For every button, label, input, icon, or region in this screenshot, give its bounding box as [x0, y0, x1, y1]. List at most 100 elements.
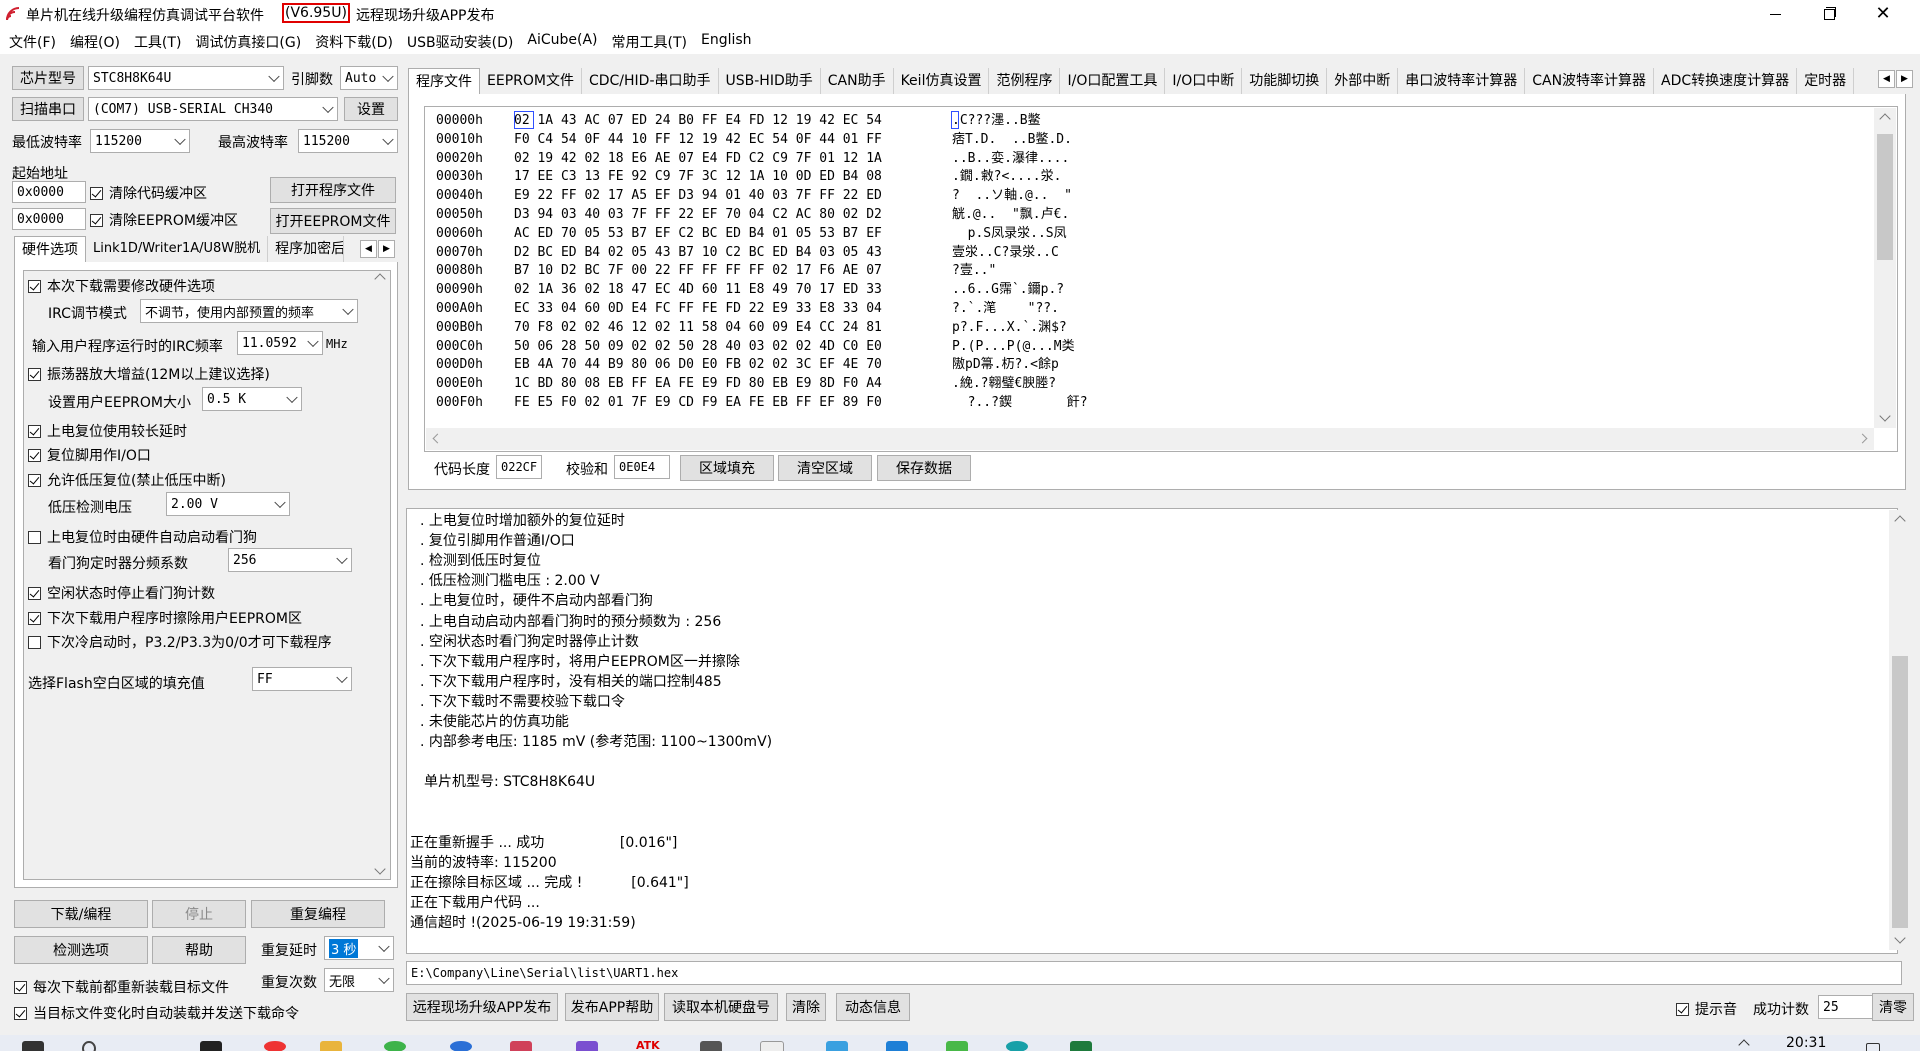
- menu-file[interactable]: 文件(F): [9, 32, 56, 54]
- clear-eeprom-checkbox[interactable]: 清除EEPROM缓冲区: [90, 210, 238, 230]
- hw-watchdog-checkbox[interactable]: 上电复位时由硬件自动启动看门狗: [28, 527, 257, 547]
- menu-download[interactable]: 资料下载(D): [315, 32, 393, 54]
- chrome-icon[interactable]: [264, 1041, 286, 1051]
- menu-debug[interactable]: 调试仿真接口(G): [195, 32, 301, 54]
- app-icon[interactable]: [450, 1041, 472, 1051]
- log-vertical-scrollbar[interactable]: [1889, 510, 1911, 950]
- publish-app-help-button[interactable]: 发布APP帮助: [565, 993, 659, 1021]
- tab-hardware-options[interactable]: 硬件选项: [14, 236, 86, 262]
- menu-tools[interactable]: 工具(T): [134, 32, 181, 54]
- reload-each-checkbox[interactable]: 每次下载前都重新装载目标文件: [14, 977, 229, 997]
- tab-pin-switch[interactable]: 功能脚切换: [1242, 68, 1328, 94]
- folder-icon[interactable]: [320, 1041, 342, 1051]
- tab-scroll-right[interactable]: ▶: [378, 240, 395, 258]
- tab-program-file[interactable]: 程序文件: [408, 68, 480, 94]
- tab-eeprom-file[interactable]: EEPROM文件: [480, 68, 582, 94]
- beep-checkbox[interactable]: 提示音: [1676, 999, 1737, 1019]
- erase-eeprom-checkbox[interactable]: 下次下载用户程序时擦除用户EEPROM区: [28, 608, 302, 628]
- green-app-icon[interactable]: [946, 1041, 968, 1051]
- irc-frequency-select[interactable]: 11.0592: [237, 331, 323, 355]
- close-icon[interactable]: ✕: [1860, 0, 1906, 28]
- notification-icon[interactable]: [1866, 1043, 1880, 1051]
- clear-log-button[interactable]: 清除: [786, 993, 826, 1021]
- menu-usb-driver[interactable]: USB驱动安装(D): [407, 32, 513, 54]
- tab-usb-hid[interactable]: USB-HID助手: [719, 68, 821, 94]
- tab-timer[interactable]: 定时器: [1797, 68, 1855, 94]
- menu-program[interactable]: 编程(O): [70, 32, 120, 54]
- tab-ext-interrupt[interactable]: 外部中断: [1327, 68, 1399, 94]
- search-icon[interactable]: [82, 1041, 96, 1051]
- remote-upgrade-button[interactable]: 远程现场升级APP发布: [406, 993, 558, 1021]
- windows-start-icon[interactable]: [22, 1041, 44, 1051]
- repeat-count-select[interactable]: 无限: [324, 968, 394, 992]
- file-path-field[interactable]: E:\Company\Line\Serial\list\UART1.hex: [406, 961, 1902, 985]
- stop-button[interactable]: 停止: [152, 900, 246, 928]
- cold-start-p32-checkbox[interactable]: 下次冷启动时，P3.2/P3.3为0/0才可下载程序: [28, 632, 332, 652]
- tab-encrypt[interactable]: 程序加密后: [268, 236, 345, 262]
- min-baud-select[interactable]: 115200: [90, 129, 190, 153]
- app2-icon[interactable]: [826, 1041, 848, 1051]
- right-tab-scroll-right[interactable]: ▶: [1896, 70, 1913, 88]
- repeat-delay-select[interactable]: 3 秒: [324, 936, 394, 960]
- atk-icon[interactable]: ATK: [636, 1039, 668, 1051]
- idle-stop-watchdog-checkbox[interactable]: 空闲状态时停止看门狗计数: [28, 583, 215, 603]
- tab-can-helper[interactable]: CAN助手: [821, 68, 894, 94]
- tab-adc-speed[interactable]: ADC转换速度计算器: [1654, 68, 1798, 94]
- chip-type-select[interactable]: STC8H8K64U: [88, 66, 284, 90]
- tab-cdc-serial[interactable]: CDC/HID-串口助手: [582, 68, 719, 94]
- flash-fill-select[interactable]: FF: [252, 667, 352, 691]
- check-options-button[interactable]: 检测选项: [14, 936, 148, 964]
- clear-area-button[interactable]: 清空区域: [778, 455, 872, 481]
- settings-button[interactable]: 设置: [344, 97, 398, 121]
- tab-offline[interactable]: Link1D/Writer1A/U8W脱机: [86, 236, 269, 262]
- menu-aicube[interactable]: AiCube(A): [527, 32, 597, 54]
- minimize-button[interactable]: [1752, 0, 1798, 28]
- document-icon[interactable]: [760, 1041, 784, 1051]
- low-voltage-reset-checkbox[interactable]: 允许低压复位(禁止低压中断): [28, 470, 226, 490]
- pins-select[interactable]: Auto: [340, 66, 398, 90]
- right-tab-scroll-left[interactable]: ◀: [1878, 70, 1895, 88]
- tab-can-baud[interactable]: CAN波特率计算器: [1525, 68, 1655, 94]
- modify-hw-checkbox[interactable]: 本次下载需要修改硬件选项: [28, 276, 215, 296]
- edge-icon[interactable]: [1006, 1041, 1028, 1051]
- excel-icon[interactable]: [1070, 1041, 1092, 1051]
- chip-type-button[interactable]: 芯片型号: [12, 66, 84, 90]
- hardware-scrollbar[interactable]: [371, 271, 390, 879]
- tab-keil-sim[interactable]: Keil仿真设置: [894, 68, 990, 94]
- help-button[interactable]: 帮助: [152, 936, 246, 964]
- repeat-program-button[interactable]: 重复编程: [251, 900, 385, 928]
- lvd-select[interactable]: 2.00 V: [166, 492, 290, 516]
- menu-common-tools[interactable]: 常用工具(T): [612, 32, 687, 54]
- port-select[interactable]: (COM7) USB-SERIAL CH340: [88, 97, 338, 121]
- scan-port-button[interactable]: 扫描串口: [12, 97, 84, 121]
- read-disk-id-button[interactable]: 读取本机硬盘号: [664, 993, 778, 1021]
- tab-io-config[interactable]: I/O口配置工具: [1060, 68, 1166, 94]
- purple-app-icon[interactable]: [576, 1041, 598, 1051]
- open-program-file-button[interactable]: 打开程序文件: [270, 177, 396, 203]
- eeprom-address-input[interactable]: 0x0000: [12, 208, 86, 230]
- tab-scroll-left[interactable]: ◀: [360, 240, 377, 258]
- clear-code-checkbox[interactable]: 清除代码缓冲区: [90, 183, 207, 203]
- clear-count-button[interactable]: 清零: [1872, 993, 1914, 1021]
- reset-pin-io-checkbox[interactable]: 复位脚用作I/O口: [28, 445, 151, 465]
- irc-mode-select[interactable]: 不调节，使用内部预置的频率: [140, 299, 358, 323]
- wechat-icon[interactable]: [384, 1041, 406, 1051]
- auto-reload-checkbox[interactable]: 当目标文件变化时自动装载并发送下载命令: [14, 1003, 299, 1023]
- hex-horizontal-scrollbar[interactable]: [426, 428, 1874, 450]
- menu-english[interactable]: English: [701, 32, 752, 54]
- tab-uart-baud[interactable]: 串口波特率计算器: [1398, 68, 1526, 94]
- open-eeprom-file-button[interactable]: 打开EEPROM文件: [270, 208, 396, 234]
- tab-io-interrupt[interactable]: I/O口中断: [1165, 68, 1243, 94]
- tray-chevron-icon[interactable]: [1738, 1039, 1750, 1051]
- tab-examples[interactable]: 范例程序: [989, 68, 1061, 94]
- eeprom-size-select[interactable]: 0.5 K: [202, 387, 302, 411]
- download-program-button[interactable]: 下载/编程: [14, 900, 148, 928]
- hex-vertical-scrollbar[interactable]: [1874, 108, 1896, 428]
- calculator-icon[interactable]: [700, 1041, 722, 1051]
- vscode-icon[interactable]: [886, 1041, 908, 1051]
- fill-area-button[interactable]: 区域填充: [680, 455, 774, 481]
- watchdog-prescaler-select[interactable]: 256: [228, 548, 352, 572]
- oscillator-gain-checkbox[interactable]: 振荡器放大增益(12M以上建议选择): [28, 364, 270, 384]
- save-data-button[interactable]: 保存数据: [877, 455, 971, 481]
- stc-isp-icon[interactable]: [510, 1041, 532, 1051]
